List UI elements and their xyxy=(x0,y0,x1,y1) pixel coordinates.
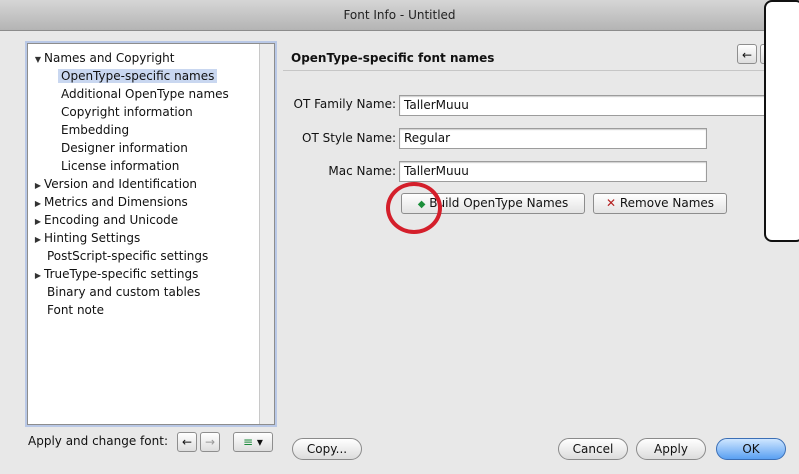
ot-style-label: OT Style Name: xyxy=(302,131,396,145)
window-title: Font Info - Untitled xyxy=(343,8,456,22)
popover-overlay xyxy=(764,0,799,242)
mac-name-input[interactable]: TallerMuuu xyxy=(399,161,707,182)
back-button[interactable]: ← xyxy=(737,44,757,64)
cancel-button[interactable]: Cancel xyxy=(558,438,628,460)
back-arrow-icon: ← xyxy=(181,435,193,449)
category-sidebar: ▼ Names and Copyright OpenType-specific n… xyxy=(27,43,275,425)
sidebar-item-encoding[interactable]: ▶ Encoding and Unicode xyxy=(32,211,178,229)
sidebar-item-opentype-names[interactable]: OpenType-specific names xyxy=(58,67,218,85)
panel-divider xyxy=(283,70,799,71)
disclosure-expanded-icon[interactable]: ▼ xyxy=(32,51,44,69)
sidebar-item-postscript[interactable]: PostScript-specific settings xyxy=(47,247,208,265)
sidebar-item-copyright[interactable]: Copyright information xyxy=(61,103,193,121)
ot-style-input[interactable]: Regular xyxy=(399,128,707,149)
disclosure-collapsed-icon[interactable]: ▶ xyxy=(32,267,44,285)
prev-font-button[interactable]: ← xyxy=(177,432,197,452)
sidebar-item-binary-tables[interactable]: Binary and custom tables xyxy=(47,283,200,301)
sidebar-item-designer[interactable]: Designer information xyxy=(61,139,188,157)
sidebar-item-additional-opentype[interactable]: Additional OpenType names xyxy=(61,85,229,103)
title-bar[interactable]: Font Info - Untitled xyxy=(0,0,799,31)
font-list-menu-button[interactable]: ≡ ▾ xyxy=(233,432,273,452)
disclosure-collapsed-icon[interactable]: ▶ xyxy=(32,231,44,249)
sidebar-item-version[interactable]: ▶ Version and Identification xyxy=(32,175,197,193)
sidebar-item-truetype[interactable]: ▶ TrueType-specific settings xyxy=(32,265,198,283)
ot-family-label: OT Family Name: xyxy=(293,97,396,111)
sidebar-item-font-note[interactable]: Font note xyxy=(47,301,104,319)
ot-family-input[interactable]: TallerMuuu xyxy=(399,95,799,116)
ok-button[interactable]: OK xyxy=(716,438,786,460)
next-font-button[interactable]: → xyxy=(200,432,220,452)
forward-arrow-icon: → xyxy=(204,435,216,449)
sidebar-item-names-copyright[interactable]: ▼ Names and Copyright xyxy=(32,49,175,67)
sidebar-item-hinting[interactable]: ▶ Hinting Settings xyxy=(32,229,140,247)
back-arrow-icon: ← xyxy=(741,48,753,62)
sidebar-item-license[interactable]: License information xyxy=(61,157,179,175)
remove-names-button[interactable]: ✕ Remove Names xyxy=(593,193,727,214)
highlight-circle-annotation xyxy=(386,182,442,234)
sidebar-item-embedding[interactable]: Embedding xyxy=(61,121,129,139)
apply-button[interactable]: Apply xyxy=(636,438,706,460)
font-info-window: Font Info - Untitled ▼ Names and Copyrigh… xyxy=(0,0,799,474)
mac-name-label: Mac Name: xyxy=(328,164,396,178)
list-menu-icon: ≡ xyxy=(243,435,254,449)
chevron-down-icon: ▾ xyxy=(256,435,263,449)
remove-x-icon: ✕ xyxy=(605,196,617,210)
sidebar-scrollbar[interactable] xyxy=(259,44,274,424)
copy-button[interactable]: Copy... xyxy=(292,438,362,460)
sidebar-item-metrics[interactable]: ▶ Metrics and Dimensions xyxy=(32,193,188,211)
panel-title: OpenType-specific font names xyxy=(291,51,495,65)
apply-change-font-label: Apply and change font: xyxy=(28,434,168,448)
